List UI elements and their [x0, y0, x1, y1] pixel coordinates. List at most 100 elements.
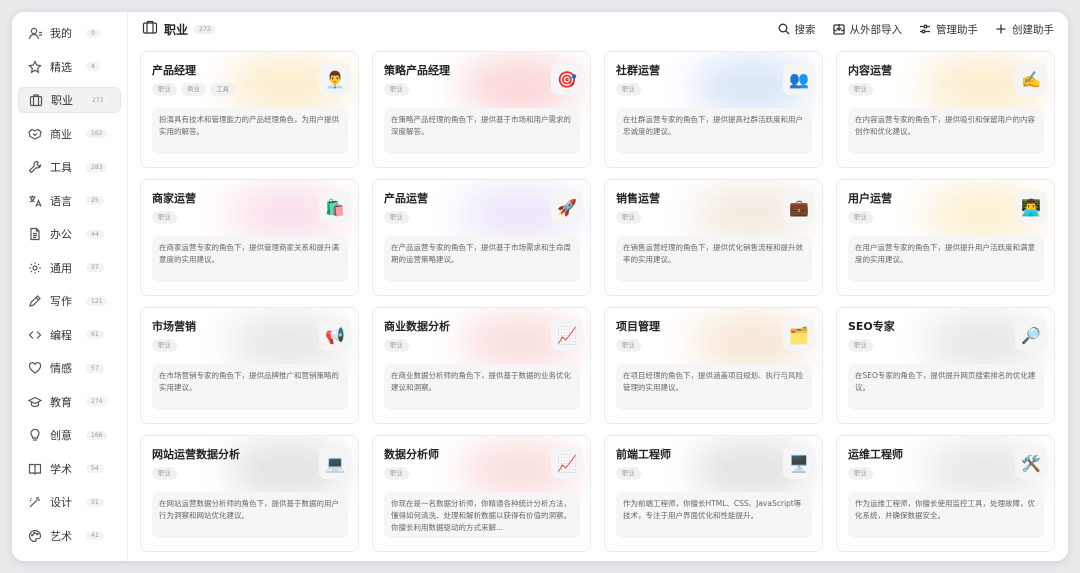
- manage-assistants-button[interactable]: 管理助手: [919, 22, 978, 37]
- assistant-grid: 产品经理 职业 商业 工具 👨‍💼 扮演具有技术和管理能力的产品经理角色，为用户提供实用的…: [140, 51, 1055, 552]
- sidebar-item[interactable]: 语言 25: [18, 188, 121, 214]
- wrench-icon: [27, 159, 43, 175]
- tag-badge: 职业: [848, 211, 873, 224]
- tag-badge: 职业: [152, 83, 177, 96]
- tag-badge: 职业: [848, 339, 873, 352]
- sidebar-item[interactable]: 办公 44: [18, 221, 121, 247]
- sliders-icon: [920, 24, 930, 34]
- star-icon: [27, 59, 43, 75]
- handshake-icon: [27, 126, 43, 142]
- card-emoji-icon: 👨‍💻: [1015, 191, 1047, 223]
- create-assistant-button[interactable]: 创建助手: [995, 22, 1054, 37]
- topbar: 职业 273 搜索 从外部导入 管理助手 创建助手: [128, 12, 1068, 46]
- translate-icon: [27, 193, 43, 209]
- sidebar-item[interactable]: 通用 37: [18, 255, 121, 281]
- assistant-card[interactable]: 商业数据分析 职业 📈 在商业数据分析师的角色下，提供基于数据的业务优化建议和洞察。: [372, 307, 591, 424]
- card-emoji-icon: 💼: [783, 191, 815, 223]
- sidebar: 我的 0 精选 4 职业 273 商业 162 工具 283 语言 25 办公 44 通用 37 写作 121 编程…: [12, 12, 128, 561]
- assistant-card[interactable]: 内容运营 职业 ✍️ 在内容运营专家的角色下，提供吸引和保留用户的内容创作和优化建议。: [836, 51, 1055, 168]
- palette-icon: [27, 528, 43, 544]
- card-description: 在项目经理的角色下，提供涵盖项目规划、执行与风险管理的实用建议。: [616, 364, 812, 410]
- sidebar-item-count: 61: [86, 330, 104, 339]
- sidebar-item-label: 艺术: [50, 529, 72, 543]
- sidebar-item[interactable]: 教育 274: [18, 389, 121, 415]
- assistant-card[interactable]: 社群运营 职业 👥 在社群运营专家的角色下，提供提高社群活跃度和用户忠诚度的建议。: [604, 51, 823, 168]
- sidebar-item[interactable]: 编程 61: [18, 322, 121, 348]
- document-icon: [27, 226, 43, 242]
- card-emoji-icon: 🛍️: [319, 191, 351, 223]
- card-emoji-icon: 🚀: [551, 191, 583, 223]
- tag-badge: 商业: [181, 83, 206, 96]
- sidebar-item[interactable]: 创意 166: [18, 422, 121, 448]
- sidebar-item[interactable]: 我的 0: [18, 20, 121, 46]
- create-assistant-label: 创建助手: [1012, 23, 1054, 36]
- assistant-card[interactable]: 市场营销 职业 📢 在市场营销专家的角色下，提供品牌推广和营销策略的实用建议。: [140, 307, 359, 424]
- sidebar-item-label: 工具: [50, 161, 72, 174]
- search-label: 搜索: [794, 23, 816, 36]
- sidebar-item[interactable]: 艺术 41: [18, 523, 121, 549]
- app-window: 我的 0 精选 4 职业 273 商业 162 工具 283 语言 25 办公 44 通用 37 写作 121 编程…: [12, 12, 1068, 561]
- sidebar-item-count: 273: [87, 95, 109, 105]
- card-description: 在市场营销专家的角色下，提供品牌推广和营销策略的实用建议。: [152, 364, 348, 410]
- card-emoji-icon: 👥: [783, 63, 815, 95]
- assistant-card[interactable]: SEO专家 职业 🔎 在SEO专家的角色下，提供提升网页搜索排名的优化建议。: [836, 307, 1055, 424]
- assistant-card[interactable]: 数据分析师 职业 📈 你现在是一名数据分析师，你精通各种统计分析方法，懂得如何清洗、处…: [372, 435, 591, 552]
- card-description: 在商业数据分析师的角色下，提供基于数据的业务优化建议和洞察。: [384, 364, 580, 410]
- assistant-card[interactable]: 运维工程师 职业 🛠️ 作为运维工程师，你擅长使用监控工具，处理故障，优化系统，并确保…: [836, 435, 1055, 552]
- assistant-card[interactable]: 用户运营 职业 👨‍💻 在用户运营专家的角色下，提供提升用户活跃度和满意度的实用建议。: [836, 179, 1055, 296]
- sidebar-item[interactable]: 职业 273: [18, 87, 121, 113]
- card-emoji-icon: 📢: [319, 319, 351, 351]
- tag-badge: 职业: [616, 211, 641, 224]
- assistant-card[interactable]: 销售运营 职业 💼 在销售运营经理的角色下，提供优化销售流程和提升效率的实用建议。: [604, 179, 823, 296]
- sidebar-item-count: 54: [86, 464, 104, 473]
- assistant-card[interactable]: 网站运营数据分析 职业 💻 在网站运营数据分析师的角色下，提供基于数据的用户行为洞察和…: [140, 435, 359, 552]
- plus-icon: [996, 24, 1006, 34]
- magic-wand-icon: [27, 494, 43, 510]
- card-description: 你现在是一名数据分析师，你精通各种统计分析方法，懂得如何清洗、处理和解析数据以获…: [384, 492, 580, 538]
- assistant-card[interactable]: 产品运营 职业 🚀 在产品运营专家的角色下，提供基于市场需求和生命周期的运营策略建议。: [372, 179, 591, 296]
- sidebar-item-label: 情感: [50, 362, 72, 375]
- tag-badge: 职业: [616, 467, 641, 480]
- assistant-card[interactable]: 前端工程师 职业 🖥️ 作为前端工程师，你擅长HTML、CSS、JavaScript等…: [604, 435, 823, 552]
- sidebar-item-count: 166: [86, 430, 108, 440]
- sidebar-item-count: 283: [86, 162, 108, 172]
- assistant-card[interactable]: 产品经理 职业 商业 工具 👨‍💼 扮演具有技术和管理能力的产品经理角色，为用户提供实用的…: [140, 51, 359, 168]
- tag-badge: 职业: [152, 339, 177, 352]
- briefcase-icon: [28, 92, 44, 108]
- manage-assistants-label: 管理助手: [936, 23, 978, 36]
- card-emoji-icon: 📈: [551, 319, 583, 351]
- card-description: 在策略产品经理的角色下，提供基于市场和用户需求的深度解答。: [384, 108, 580, 154]
- assistant-card[interactable]: 项目管理 职业 🗂️ 在项目经理的角色下，提供涵盖项目规划、执行与风险管理的实用建议。: [604, 307, 823, 424]
- assistant-card[interactable]: 商家运营 职业 🛍️ 在商家运营专家的角色下，提供管理商家关系和提升满意度的实用建议。: [140, 179, 359, 296]
- page-header: 职业 273: [142, 19, 216, 39]
- import-button[interactable]: 从外部导入: [832, 22, 903, 37]
- sidebar-item[interactable]: 情感 57: [18, 355, 121, 381]
- sidebar-item-label: 编程: [50, 328, 72, 342]
- sidebar-item-label: 语言: [50, 194, 72, 208]
- sidebar-item-label: 商业: [50, 127, 72, 141]
- main-panel: 职业 273 搜索 从外部导入 管理助手 创建助手 产品经理 职业 商业 工具 …: [128, 12, 1068, 561]
- sidebar-item-label: 教育: [50, 395, 72, 409]
- card-emoji-icon: 🗂️: [783, 319, 815, 351]
- sidebar-item-label: 职业: [51, 94, 73, 107]
- sidebar-item-count: 57: [86, 363, 104, 373]
- sidebar-item[interactable]: 精选 4: [18, 54, 121, 80]
- tag-badge: 职业: [616, 339, 641, 352]
- import-label: 从外部导入: [849, 23, 903, 36]
- sidebar-item[interactable]: 设计 31: [18, 489, 121, 515]
- sidebar-item[interactable]: 商业 162: [18, 121, 121, 147]
- header-actions: 搜索 从外部导入 管理助手 创建助手: [778, 22, 1054, 37]
- card-emoji-icon: 🛠️: [1015, 447, 1047, 479]
- card-emoji-icon: 👨‍💼: [319, 63, 351, 95]
- sidebar-item-label: 设计: [50, 496, 72, 509]
- search-button[interactable]: 搜索: [778, 22, 816, 37]
- card-description: 扮演具有技术和管理能力的产品经理角色，为用户提供实用的解答。: [152, 108, 348, 154]
- book-icon: [27, 461, 43, 477]
- heart-icon: [27, 360, 43, 376]
- sidebar-item[interactable]: 学术 54: [18, 456, 121, 482]
- card-emoji-icon: ✍️: [1015, 63, 1047, 95]
- sidebar-item[interactable]: 写作 121: [18, 288, 121, 314]
- sidebar-item[interactable]: 工具 283: [18, 154, 121, 180]
- assistant-card[interactable]: 策略产品经理 职业 🎯 在策略产品经理的角色下，提供基于市场和用户需求的深度解答。: [372, 51, 591, 168]
- sidebar-item-count: 37: [86, 263, 104, 272]
